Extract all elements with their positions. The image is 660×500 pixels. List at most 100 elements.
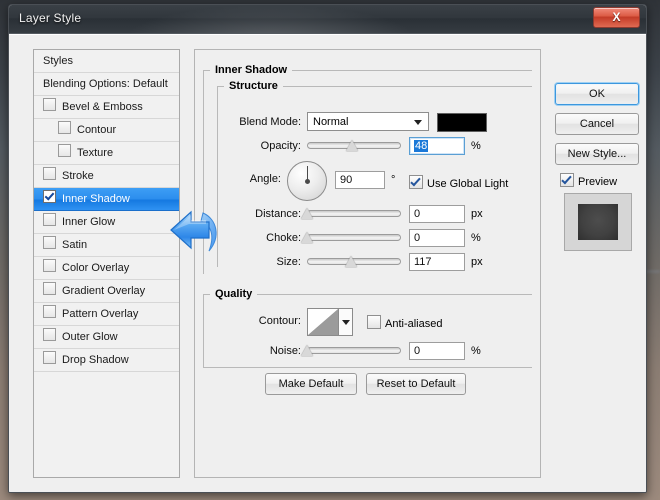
styles-list-panel: Styles Blending Options: Default Bevel &…: [33, 49, 180, 478]
choke-slider-thumb[interactable]: [301, 232, 313, 243]
choke-unit: %: [471, 232, 481, 244]
angle-dial[interactable]: [287, 161, 327, 201]
size-label: Size:: [276, 256, 301, 268]
noise-value: 0: [414, 345, 421, 357]
styles-header-label: Styles: [43, 55, 73, 67]
effect-settings-panel: Inner Shadow Structure Blend Mode: Norma…: [194, 49, 541, 478]
effect-enable-checkbox[interactable]: [43, 98, 56, 111]
sidebar-item-label: Drop Shadow: [62, 354, 129, 366]
size-row: Size: 117 px: [195, 252, 540, 272]
noise-label: Noise:: [269, 345, 301, 357]
use-global-light-checkbox[interactable]: Use Global Light: [409, 175, 508, 191]
sidebar-item-blending-options[interactable]: Blending Options: Default: [34, 73, 179, 96]
size-slider-thumb[interactable]: [345, 256, 358, 267]
structure-group-title: Structure: [229, 80, 278, 92]
effect-enable-checkbox[interactable]: [43, 213, 56, 226]
noise-input[interactable]: 0: [409, 342, 465, 360]
sidebar-item-label: Outer Glow: [62, 331, 118, 343]
new-style-button[interactable]: New Style...: [555, 143, 639, 165]
effect-enable-checkbox[interactable]: [43, 190, 56, 203]
distance-slider-track: [307, 210, 401, 217]
blend-mode-select[interactable]: Normal: [307, 112, 429, 131]
styles-effect-rows: Bevel & Emboss Contour Texture Stroke Inner …: [34, 96, 179, 372]
layer-style-dialog: Layer Style X Styles Blending Options: D…: [8, 4, 647, 493]
angle-unit: °: [391, 174, 396, 186]
effect-enable-checkbox[interactable]: [43, 351, 56, 364]
close-icon[interactable]: X: [593, 7, 640, 28]
make-default-button[interactable]: Make Default: [265, 373, 357, 395]
shadow-color-swatch[interactable]: [437, 113, 487, 132]
effect-enable-checkbox[interactable]: [43, 305, 56, 318]
quality-group-title: Quality: [215, 288, 253, 300]
ok-button[interactable]: OK: [555, 83, 639, 105]
preview-check-box: [560, 173, 574, 187]
opacity-value: 48: [414, 140, 429, 152]
opacity-slider[interactable]: [307, 137, 401, 153]
reset-to-default-button[interactable]: Reset to Default: [366, 373, 466, 395]
sidebar-item-color-overlay[interactable]: Color Overlay: [34, 257, 179, 280]
effect-enable-checkbox[interactable]: [58, 144, 71, 157]
sidebar-item-satin[interactable]: Satin: [34, 234, 179, 257]
distance-label: Distance:: [255, 208, 301, 220]
sidebar-item-inner-shadow[interactable]: Inner Shadow: [34, 188, 179, 211]
opacity-input[interactable]: 48: [409, 137, 465, 155]
choke-input[interactable]: 0: [409, 229, 465, 247]
use-global-light-check-box: [409, 175, 423, 189]
opacity-row: Opacity: 48 %: [195, 136, 540, 156]
cancel-button[interactable]: Cancel: [555, 113, 639, 135]
sidebar-item-stroke[interactable]: Stroke: [34, 165, 179, 188]
sidebar-item-gradient-overlay[interactable]: Gradient Overlay: [34, 280, 179, 303]
distance-input[interactable]: 0: [409, 205, 465, 223]
effect-enable-checkbox[interactable]: [43, 328, 56, 341]
blend-mode-label: Blend Mode:: [239, 116, 301, 128]
preview-thumbnail: [564, 193, 632, 251]
angle-row: Angle: 90 ° Use Global Light: [195, 160, 540, 201]
choke-slider[interactable]: [301, 229, 401, 245]
size-slider[interactable]: [307, 253, 401, 269]
sidebar-item-texture[interactable]: Texture: [34, 142, 179, 165]
opacity-unit: %: [471, 140, 481, 152]
anti-aliased-check-box: [367, 315, 381, 329]
preview-label: Preview: [578, 176, 618, 188]
size-unit: px: [471, 256, 483, 268]
opacity-slider-thumb[interactable]: [346, 140, 359, 151]
size-input[interactable]: 117: [409, 253, 465, 271]
noise-slider-thumb[interactable]: [301, 345, 313, 356]
preview-checkbox[interactable]: Preview: [560, 173, 617, 189]
contour-picker[interactable]: [307, 308, 353, 336]
effect-enable-checkbox[interactable]: [58, 121, 71, 134]
sidebar-item-label: Texture: [77, 147, 114, 159]
use-global-light-label: Use Global Light: [427, 178, 509, 190]
effect-enable-checkbox[interactable]: [43, 282, 56, 295]
sidebar-item-contour[interactable]: Contour: [34, 119, 179, 142]
effect-enable-checkbox[interactable]: [43, 259, 56, 272]
effect-enable-checkbox[interactable]: [43, 236, 56, 249]
blending-options-label: Blending Options: Default: [43, 78, 168, 90]
sidebar-item-drop-shadow[interactable]: Drop Shadow: [34, 349, 179, 372]
contour-row: Contour: Anti-aliased: [195, 308, 540, 336]
distance-slider-thumb[interactable]: [301, 208, 313, 219]
choke-row: Choke: 0 %: [195, 228, 540, 248]
angle-input[interactable]: 90: [335, 171, 385, 189]
styles-list-header[interactable]: Styles: [34, 50, 179, 73]
contour-dropdown-icon[interactable]: [339, 309, 352, 335]
chevron-down-icon: [414, 120, 422, 125]
choke-slider-track: [307, 234, 401, 241]
distance-slider[interactable]: [301, 205, 401, 221]
sidebar-item-label: Color Overlay: [62, 262, 130, 274]
sidebar-item-label: Gradient Overlay: [62, 285, 146, 297]
contour-label: Contour:: [258, 315, 301, 327]
blend-mode-row: Blend Mode: Normal: [195, 112, 540, 132]
anti-aliased-checkbox[interactable]: Anti-aliased: [367, 315, 442, 331]
preview-thumbnail-shape: [578, 204, 618, 240]
sidebar-item-label: Inner Glow: [62, 216, 116, 228]
effect-enable-checkbox[interactable]: [43, 167, 56, 180]
sidebar-item-bevel-emboss[interactable]: Bevel & Emboss: [34, 96, 179, 119]
noise-slider[interactable]: [301, 342, 401, 358]
angle-label: Angle:: [249, 173, 281, 185]
sidebar-item-inner-glow[interactable]: Inner Glow: [34, 211, 179, 234]
sidebar-item-pattern-overlay[interactable]: Pattern Overlay: [34, 303, 179, 326]
window-title: Layer Style: [19, 11, 82, 25]
dialog-client-area: Styles Blending Options: Default Bevel &…: [9, 34, 646, 492]
sidebar-item-outer-glow[interactable]: Outer Glow: [34, 326, 179, 349]
